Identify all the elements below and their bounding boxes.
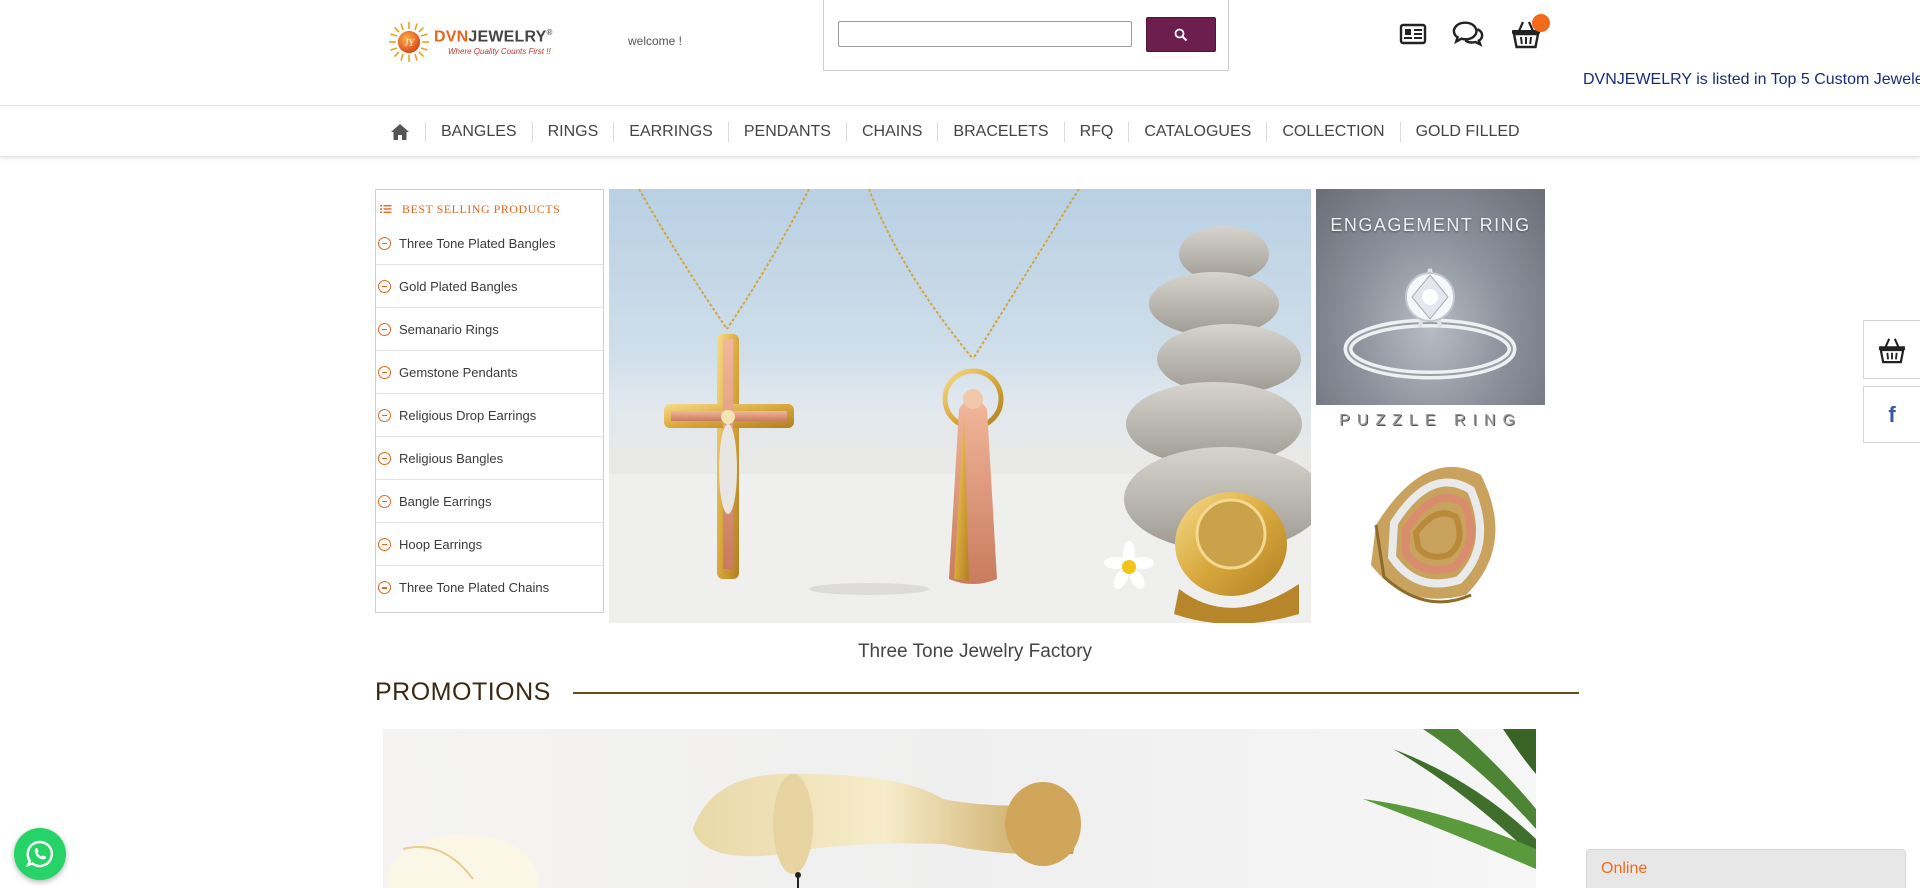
header-cart-button[interactable]: [1510, 14, 1550, 50]
sidebar-item-religious-bangles[interactable]: Religious Bangles: [376, 437, 603, 480]
nav-home[interactable]: [378, 123, 425, 141]
logo-text: DVNJEWELRY® Where Quality Counts First !…: [434, 28, 553, 56]
logo-tagline: Where Quality Counts First !!: [448, 47, 551, 57]
best-selling-sidebar: BEST SELLING PRODUCTS Three Tone Plated …: [375, 189, 604, 613]
whatsapp-icon: [25, 840, 53, 868]
nav-earrings[interactable]: EARRINGS: [613, 121, 728, 142]
puzzle-ring-banner[interactable]: PUZZLE RING: [1316, 405, 1545, 623]
logo-brand-part2: JEWELRY: [468, 28, 547, 46]
sidebar-item-gold-plated-bangles[interactable]: Gold Plated Bangles: [376, 265, 603, 308]
site-header: JY DVNJEWELRY® Where Quality Counts Firs…: [0, 0, 1920, 106]
chat-button[interactable]: [1452, 18, 1484, 50]
nav-rings[interactable]: RINGS: [531, 121, 614, 142]
chat-bubbles-icon: [1452, 21, 1484, 47]
nav-catalogues[interactable]: CATALOGUES: [1128, 121, 1266, 142]
welcome-text: welcome !: [628, 34, 683, 48]
sidebar-item-label: Gemstone Pendants: [399, 364, 518, 380]
nav-list: BANGLES RINGS EARRINGS PENDANTS CHAINS B…: [378, 106, 1535, 157]
news-ticker[interactable]: DVNJEWELRY is listed in Top 5 Custom Jew…: [1583, 71, 1920, 89]
sidebar-title-text: BEST SELLING PRODUCTS: [402, 201, 561, 216]
search-input[interactable]: [838, 21, 1132, 47]
sidebar-item-three-tone-plated-chains[interactable]: Three Tone Plated Chains: [376, 566, 603, 609]
promotions-divider: [573, 692, 1579, 694]
nav-bangles[interactable]: BANGLES: [425, 121, 532, 142]
whatsapp-button[interactable]: [14, 828, 66, 880]
floating-facebook-button[interactable]: f: [1863, 386, 1920, 443]
minus-circle-icon: [378, 581, 391, 594]
sidebar-item-label: Bangle Earrings: [399, 493, 492, 509]
engagement-ring-banner[interactable]: ENGAGEMENT RING: [1316, 189, 1545, 405]
contact-card-button[interactable]: [1397, 18, 1429, 50]
nav-chains[interactable]: CHAINS: [845, 121, 937, 142]
sidebar-item-label: Semanario Rings: [399, 321, 499, 337]
minus-circle-icon: [378, 365, 391, 379]
hero-banner[interactable]: [609, 189, 1311, 623]
minus-circle-icon: [378, 408, 391, 422]
sidebar-item-label: Hoop Earrings: [399, 536, 483, 552]
sun-logo-icon: JY: [388, 21, 430, 63]
chat-status: Online: [1601, 860, 1648, 877]
site-logo[interactable]: JY DVNJEWELRY® Where Quality Counts Firs…: [388, 20, 572, 64]
home-icon: [391, 123, 409, 140]
floating-cart-button[interactable]: [1863, 320, 1920, 379]
sidebar-item-label: Gold Plated Bangles: [399, 278, 518, 294]
minus-circle-icon: [378, 279, 391, 293]
cart-count-badge: [1532, 14, 1550, 32]
minus-circle-icon: [378, 451, 391, 465]
nav-pendants[interactable]: PENDANTS: [727, 121, 846, 142]
search-box: [823, 0, 1229, 71]
search-icon: [1174, 28, 1188, 41]
sidebar-item-gemstone-pendants[interactable]: Gemstone Pendants: [376, 351, 603, 394]
sidebar-item-label: Three Tone Plated Chains: [399, 580, 550, 595]
logo-registered: ®: [546, 27, 553, 37]
minus-circle-icon: [378, 322, 391, 336]
minus-circle-icon: [378, 537, 391, 551]
sidebar-item-label: Three Tone Plated Bangles: [399, 235, 556, 251]
logo-monogram: JY: [404, 38, 415, 49]
nav-collection[interactable]: COLLECTION: [1266, 121, 1399, 142]
nav-bracelets[interactable]: BRACELETS: [937, 121, 1063, 142]
main-nav: BANGLES RINGS EARRINGS PENDANTS CHAINS B…: [0, 106, 1920, 157]
sidebar-item-bangle-earrings[interactable]: Bangle Earrings: [376, 480, 603, 523]
facebook-icon: f: [1888, 401, 1896, 427]
promotions-heading: PROMOTIONS: [375, 678, 551, 706]
puzzle-ring-image: [1371, 466, 1496, 604]
minus-circle-icon: [378, 236, 391, 250]
banner-caption: Three Tone Jewelry Factory: [857, 641, 1093, 662]
sidebar-item-semanario-rings[interactable]: Semanario Rings: [376, 308, 603, 351]
hero-banner-image: [609, 189, 1311, 623]
live-chat-tab[interactable]: Online: [1586, 849, 1906, 888]
logo-brand: DVNJEWELRY®: [434, 28, 553, 46]
logo-brand-part1: DVN: [434, 28, 469, 46]
sidebar-item-hoop-earrings[interactable]: Hoop Earrings: [376, 523, 603, 566]
sidebar-item-religious-drop-earrings[interactable]: Religious Drop Earrings: [376, 394, 603, 437]
sidebar-item-label: Religious Drop Earrings: [399, 407, 537, 423]
engagement-ring-image: [1343, 268, 1517, 380]
minus-circle-icon: [378, 494, 391, 508]
sidebar-item-label: Religious Bangles: [399, 450, 504, 466]
contact-card-icon: [1399, 23, 1427, 45]
promotions-banner-image: [388, 729, 1536, 888]
search-button[interactable]: [1146, 17, 1216, 52]
sidebar-item-three-tone-plated-bangles[interactable]: Three Tone Plated Bangles: [376, 222, 603, 265]
cart-icon: [1878, 337, 1906, 363]
promotions-banner[interactable]: [383, 729, 1536, 888]
nav-rfq[interactable]: RFQ: [1063, 121, 1129, 142]
list-icon: [380, 205, 392, 213]
nav-gold-filled[interactable]: GOLD FILLED: [1399, 121, 1535, 142]
sidebar-title: BEST SELLING PRODUCTS: [376, 190, 603, 222]
page: JY DVNJEWELRY® Where Quality Counts Firs…: [0, 0, 1920, 888]
